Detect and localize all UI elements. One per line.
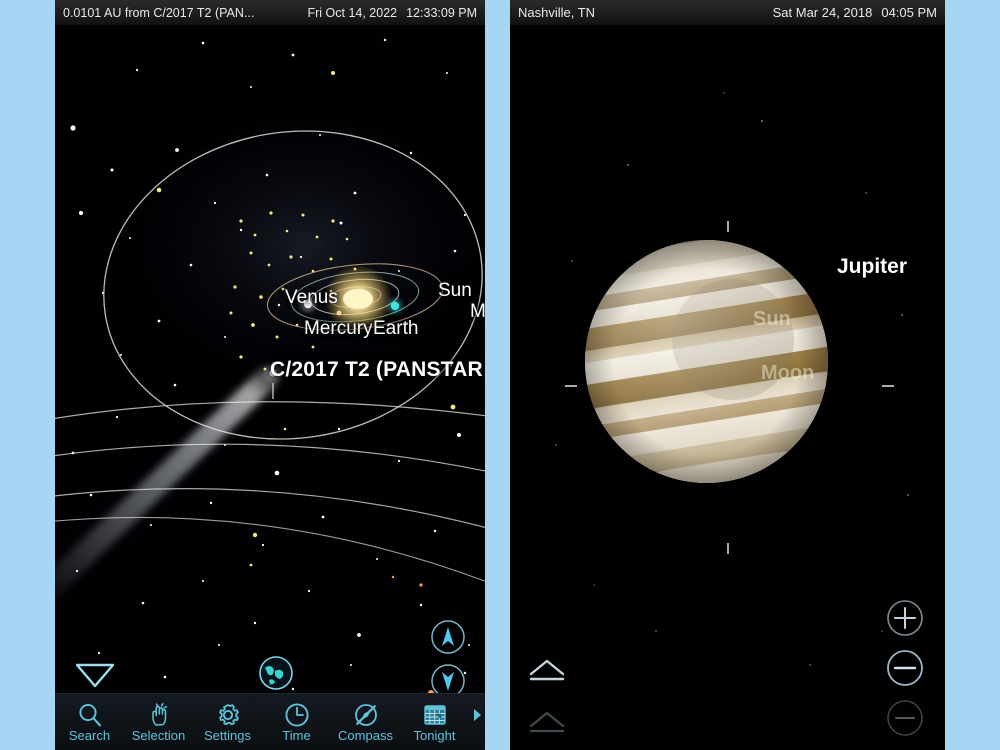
minus-icon [887,700,923,736]
zoom-out-secondary-button[interactable] [885,698,925,738]
jupiter-sky[interactable]: Sun Moon Jupiter [510,25,945,750]
toolbar-item-tonight[interactable]: Tonight [400,694,469,750]
clock-icon [284,702,309,727]
left-phone-screen: 0.0101 AU from C/2017 T2 (PAN... Fri Oct… [55,0,485,750]
location-label: Nashville, TN [518,5,596,20]
chevron-up-icon [529,659,565,681]
solar-system-canvas [55,25,485,750]
chevron-up-icon [529,711,565,733]
chevron-right-icon [474,709,481,721]
calendar-icon [423,704,446,725]
right-phone-screen: Nashville, TN Sat Mar 24, 2018 04:05 PM [510,0,945,750]
minus-icon [887,650,923,686]
toolbar-label-time: Time [282,727,311,743]
left-status-date: Fri Oct 14, 2022 [307,5,398,20]
toolbar-item-selection[interactable]: Selection [124,694,193,750]
comet-distance-info: 0.0101 AU from C/2017 T2 (PAN... [63,5,255,20]
bottom-toolbar: Search Selection Settings Time Compass T… [55,693,485,750]
right-status-date: Sat Mar 24, 2018 [772,5,873,20]
scroll-up-button[interactable] [429,618,467,656]
gear-icon [218,703,239,725]
expand-toolbar-button[interactable] [528,658,566,684]
zoom-in-button[interactable] [885,598,925,638]
left-status-time: 12:33:09 PM [406,5,477,20]
jupiter-disc [585,240,828,483]
right-status-bar: Nashville, TN Sat Mar 24, 2018 04:05 PM [510,0,945,25]
toolbar-item-compass[interactable]: Compass [331,694,400,750]
reticle-tick-left [565,385,577,387]
globe-button[interactable] [257,654,295,692]
plus-icon [887,600,923,636]
right-status-time: 04:05 PM [881,5,937,20]
reticle-tick-bottom [727,543,729,554]
chevron-up-icon [431,620,465,654]
toolbar-label-tonight: Tonight [413,727,456,743]
hand-touch-icon [151,702,167,726]
jupiter-limb-shading [585,240,828,483]
toolbar-label-settings: Settings [204,727,251,743]
toolbar-label-selection: Selection [131,727,186,743]
collapse-triangle-button[interactable] [73,658,117,690]
toolbar-label-compass: Compass [338,727,393,743]
collapse-triangle-icon [75,663,115,688]
globe-icon [259,656,293,690]
toolbar-item-settings[interactable]: Settings [193,694,262,750]
toolbar-item-time[interactable]: Time [262,694,331,750]
expand-toolbar-secondary-button[interactable] [528,710,566,736]
zoom-out-button[interactable] [885,648,925,688]
toolbar-item-search[interactable]: Search [55,694,124,750]
jupiter-planet[interactable]: Sun Moon [585,240,828,483]
solar-system-sky[interactable]: Venus Sun Mars Mercury Earth C/2017 T2 (… [55,25,485,750]
reticle-tick-top [727,221,729,232]
toolbar-more-button[interactable] [469,694,485,750]
search-icon [78,703,101,726]
reticle-tick-right [882,385,894,387]
compass-icon [354,703,377,726]
toolbar-label-search: Search [68,727,111,743]
left-status-bar: 0.0101 AU from C/2017 T2 (PAN... Fri Oct… [55,0,485,25]
